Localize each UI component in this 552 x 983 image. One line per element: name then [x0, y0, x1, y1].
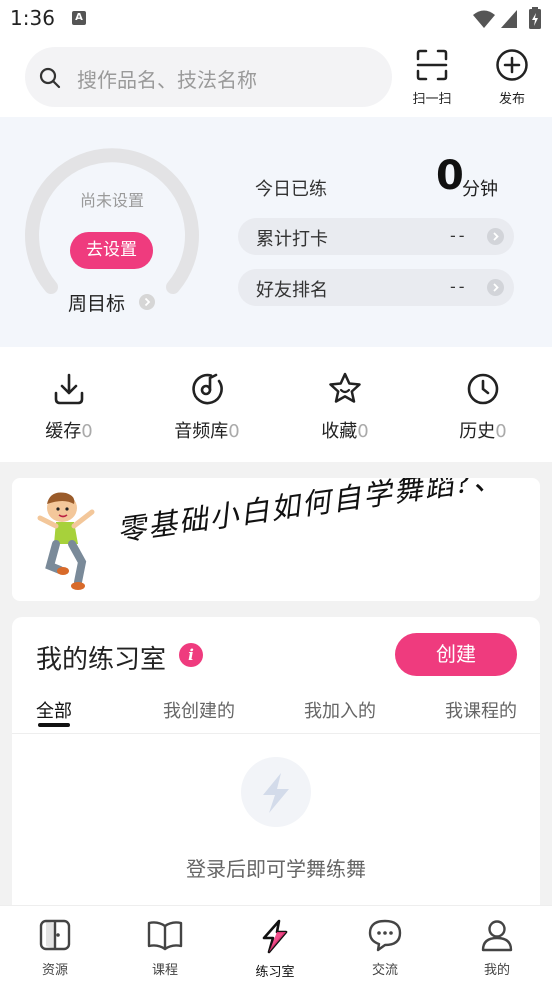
- nav-community-label: 交流: [371, 963, 398, 978]
- nav-practice-room[interactable]: 练习室: [230, 918, 320, 980]
- scan-label: 扫一扫: [412, 92, 452, 107]
- history-button[interactable]: 历史0: [428, 371, 538, 443]
- checkin-row[interactable]: 累计打卡 --: [238, 218, 514, 255]
- tab-joined[interactable]: 我加入的: [304, 697, 376, 723]
- friend-rank-row[interactable]: 好友排名 --: [238, 269, 514, 306]
- download-icon: [54, 373, 84, 405]
- battery-icon: [529, 7, 541, 29]
- search-bar[interactable]: 搜作品名、技法名称: [25, 47, 392, 107]
- bolt-icon: [262, 919, 288, 954]
- active-tab-indicator: [38, 723, 70, 727]
- promo-banner[interactable]: 零基础小白如何自学舞蹈?、: [12, 478, 540, 601]
- cache-label: 缓存: [45, 421, 82, 442]
- goal-panel: 尚未设置 去设置 周目标 今日已练 0 分钟 累计打卡 -- 好友排名 --: [0, 117, 552, 347]
- status-time: 1:36: [10, 6, 55, 30]
- practice-room-card: 我的练习室 i 创建 全部 我创建的 我加入的 我课程的 登录后即可学舞练舞: [12, 617, 540, 917]
- empty-state-text: 登录后即可学舞练舞: [186, 857, 366, 881]
- book-icon: [147, 921, 183, 951]
- carousel-indicator: [234, 591, 318, 601]
- chevron-right-icon: [487, 279, 504, 296]
- set-goal-button[interactable]: 去设置: [70, 232, 153, 269]
- notification-icon: A: [72, 11, 86, 25]
- tab-courses[interactable]: 我课程的: [445, 697, 517, 723]
- top-header: 搜作品名、技法名称 扫一扫 发布: [0, 40, 552, 117]
- audio-library-button[interactable]: 音频库0: [152, 371, 262, 443]
- cache-button[interactable]: 缓存0: [14, 371, 124, 443]
- wifi-icon: [473, 10, 495, 28]
- week-goal-gauge: [25, 148, 199, 294]
- scan-icon: [416, 49, 448, 81]
- practice-room-title: 我的练习室: [36, 645, 167, 675]
- chevron-right-icon: [487, 228, 504, 245]
- nav-profile-label: 我的: [483, 963, 510, 978]
- bolt-icon: [263, 773, 289, 813]
- friend-rank-label: 好友排名: [256, 280, 328, 301]
- clock-icon: [467, 373, 499, 405]
- week-goal-label[interactable]: 周目标: [68, 289, 125, 316]
- create-room-button[interactable]: 创建: [395, 633, 517, 676]
- search-placeholder: 搜作品名、技法名称: [77, 68, 257, 92]
- nav-resources[interactable]: 资源: [10, 918, 100, 978]
- chevron-right-icon[interactable]: [139, 294, 155, 310]
- scan-button[interactable]: 扫一扫: [402, 48, 462, 107]
- cache-count: 0: [81, 421, 93, 442]
- tab-all[interactable]: 全部: [36, 697, 72, 723]
- resource-icon: [39, 919, 71, 951]
- today-practice-unit: 分钟: [462, 179, 498, 200]
- favorites-label: 收藏: [321, 421, 358, 442]
- nav-practice-room-label: 练习室: [255, 965, 295, 980]
- friend-rank-value: --: [450, 277, 468, 296]
- history-count: 0: [495, 421, 507, 442]
- plus-circle-icon: [496, 49, 528, 81]
- tab-created[interactable]: 我创建的: [163, 697, 235, 723]
- favorites-button[interactable]: 收藏0: [290, 371, 400, 443]
- divider: [12, 733, 540, 734]
- signal-icon: [501, 10, 517, 28]
- today-practice-value: 0: [436, 153, 464, 199]
- info-icon[interactable]: i: [179, 643, 203, 667]
- music-disc-icon: [192, 373, 223, 405]
- audio-library-count: 0: [228, 421, 240, 442]
- nav-courses-label: 课程: [151, 963, 178, 978]
- dancing-child-illustration: [37, 492, 95, 590]
- star-icon: [329, 372, 361, 403]
- publish-label: 发布: [498, 92, 525, 107]
- search-icon: [39, 67, 61, 89]
- bottom-nav: 资源 课程 练习室 交流 我的: [0, 905, 552, 983]
- quick-access-row: 缓存0 音频库0 收藏0 历史0: [0, 347, 552, 462]
- publish-button[interactable]: 发布: [482, 48, 542, 107]
- nav-profile[interactable]: 我的: [452, 918, 542, 978]
- today-practice-label: 今日已练: [255, 179, 327, 200]
- checkin-value: --: [450, 226, 468, 245]
- status-bar: 1:36 A: [0, 0, 552, 40]
- checkin-label: 累计打卡: [256, 229, 328, 250]
- nav-resources-label: 资源: [41, 963, 68, 978]
- goal-status-text: 尚未设置: [79, 191, 144, 210]
- audio-library-label: 音频库: [174, 421, 229, 442]
- nav-community[interactable]: 交流: [340, 918, 430, 978]
- chat-icon: [368, 919, 402, 952]
- empty-state-icon: [241, 757, 311, 827]
- history-label: 历史: [459, 421, 496, 442]
- banner-title: 零基础小白如何自学舞蹈?、: [114, 478, 506, 548]
- favorites-count: 0: [357, 421, 369, 442]
- nav-courses[interactable]: 课程: [120, 918, 210, 978]
- user-icon: [481, 920, 513, 952]
